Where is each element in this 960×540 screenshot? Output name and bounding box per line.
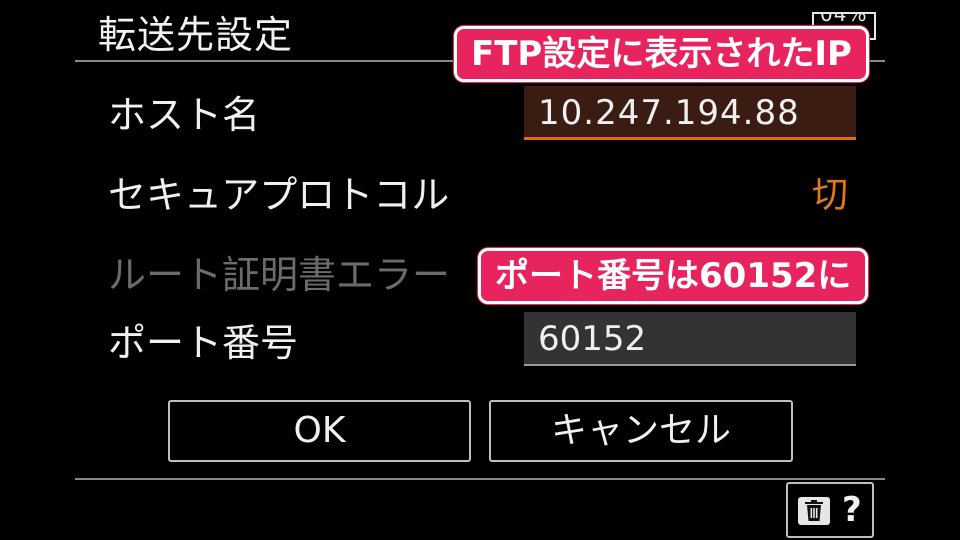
ip-annotation: FTP設定に表示されたIP (454, 26, 869, 82)
cancel-button[interactable]: キャンセル (489, 400, 793, 462)
port-annotation: ポート番号は60152に (478, 248, 869, 304)
port-input[interactable]: 60152 (524, 312, 856, 366)
root-cert-error-label: ルート証明書エラー (108, 253, 451, 297)
trash-icon (798, 497, 830, 525)
help-button[interactable]: ? (786, 482, 874, 538)
secure-protocol-value[interactable]: 切 (812, 166, 848, 218)
page-title: 転送先設定 (98, 13, 294, 57)
secure-protocol-label[interactable]: セキュアプロトコル (108, 164, 449, 219)
host-input[interactable]: 10.247.194.88 (524, 86, 856, 140)
footer-divider (75, 478, 885, 480)
host-label: ホスト名 (108, 93, 261, 137)
battery-level: 04% (820, 12, 868, 26)
help-question-mark: ? (842, 490, 862, 530)
port-label: ポート番号 (108, 321, 299, 365)
ok-button[interactable]: OK (168, 400, 471, 462)
